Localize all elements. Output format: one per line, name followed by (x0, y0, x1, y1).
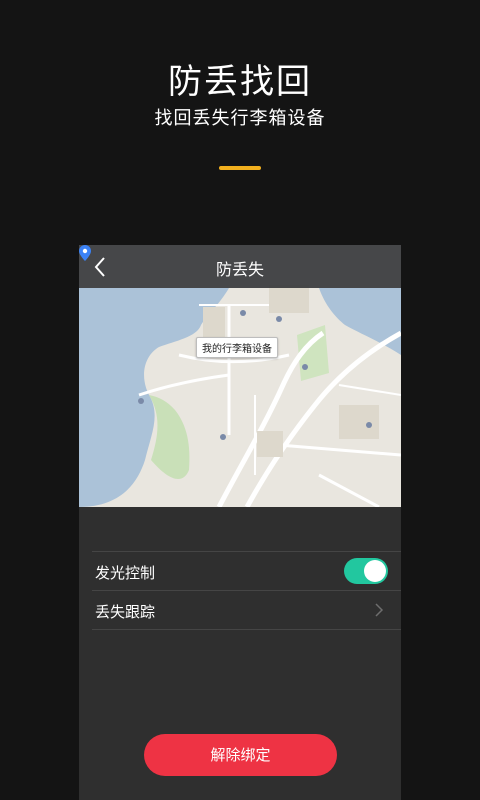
unbind-button[interactable]: 解除绑定 (144, 734, 337, 776)
setting-row-glow-control: 发光控制 (92, 551, 401, 590)
setting-label-glow: 发光控制 (95, 564, 156, 582)
chevron-right-icon (375, 603, 384, 617)
glow-toggle[interactable] (344, 558, 388, 584)
map-view[interactable]: 防丢失 我的行李箱设备 (79, 245, 401, 507)
setting-row-loss-tracking[interactable]: 丢失跟踪 (92, 590, 401, 630)
map-pin-icon[interactable] (79, 245, 91, 261)
hero-section: 防丢找回 找回丢失行李箱设备 (0, 0, 480, 245)
phone-screen: 防丢失 我的行李箱设备 (79, 245, 401, 800)
hero-accent-bar (219, 166, 261, 170)
hero-subtitle: 找回丢失行李箱设备 (154, 108, 326, 129)
setting-label-tracking: 丢失跟踪 (95, 603, 156, 621)
nav-title: 防丢失 (215, 260, 264, 279)
map-device-callout[interactable]: 我的行李箱设备 (196, 337, 278, 358)
toggle-knob (364, 560, 386, 582)
nav-bar: 防丢失 (79, 245, 401, 288)
settings-list: 发光控制 丢失跟踪 (92, 551, 401, 630)
hero-title: 防丢找回 (168, 62, 312, 102)
